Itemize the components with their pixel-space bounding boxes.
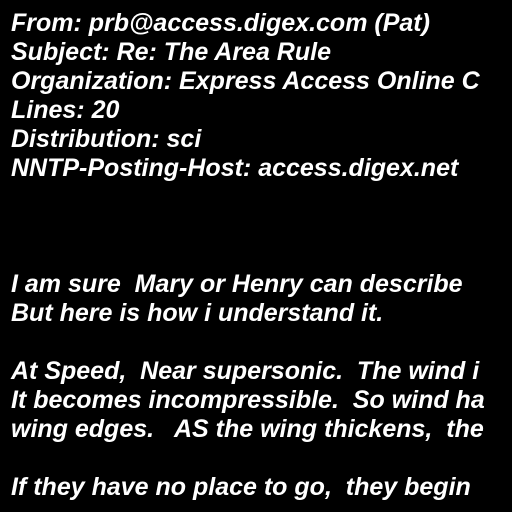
body-line: It becomes incompressible. So wind ha bbox=[11, 386, 485, 414]
header-lines: Lines: 20 bbox=[11, 96, 120, 124]
header-distribution: Distribution: sci bbox=[11, 125, 202, 153]
clipped-next-line bbox=[0, 505, 512, 512]
header-organization: Organization: Express Access Online C bbox=[11, 67, 480, 95]
message-view: From: prb@access.digex.com (Pat) Subject… bbox=[0, 0, 512, 512]
body-line: But here is how i understand it. bbox=[11, 299, 384, 327]
body-line: If they have no place to go, they begin bbox=[11, 473, 471, 501]
header-from: From: prb@access.digex.com (Pat) bbox=[11, 9, 430, 37]
header-subject: Subject: Re: The Area Rule bbox=[11, 38, 331, 66]
body-line: I am sure Mary or Henry can describe bbox=[11, 270, 463, 298]
body-line: wing edges. AS the wing thickens, the bbox=[11, 415, 484, 443]
header-nntp-host: NNTP-Posting-Host: access.digex.net bbox=[11, 154, 459, 182]
body-line: At Speed, Near supersonic. The wind i bbox=[11, 357, 480, 385]
